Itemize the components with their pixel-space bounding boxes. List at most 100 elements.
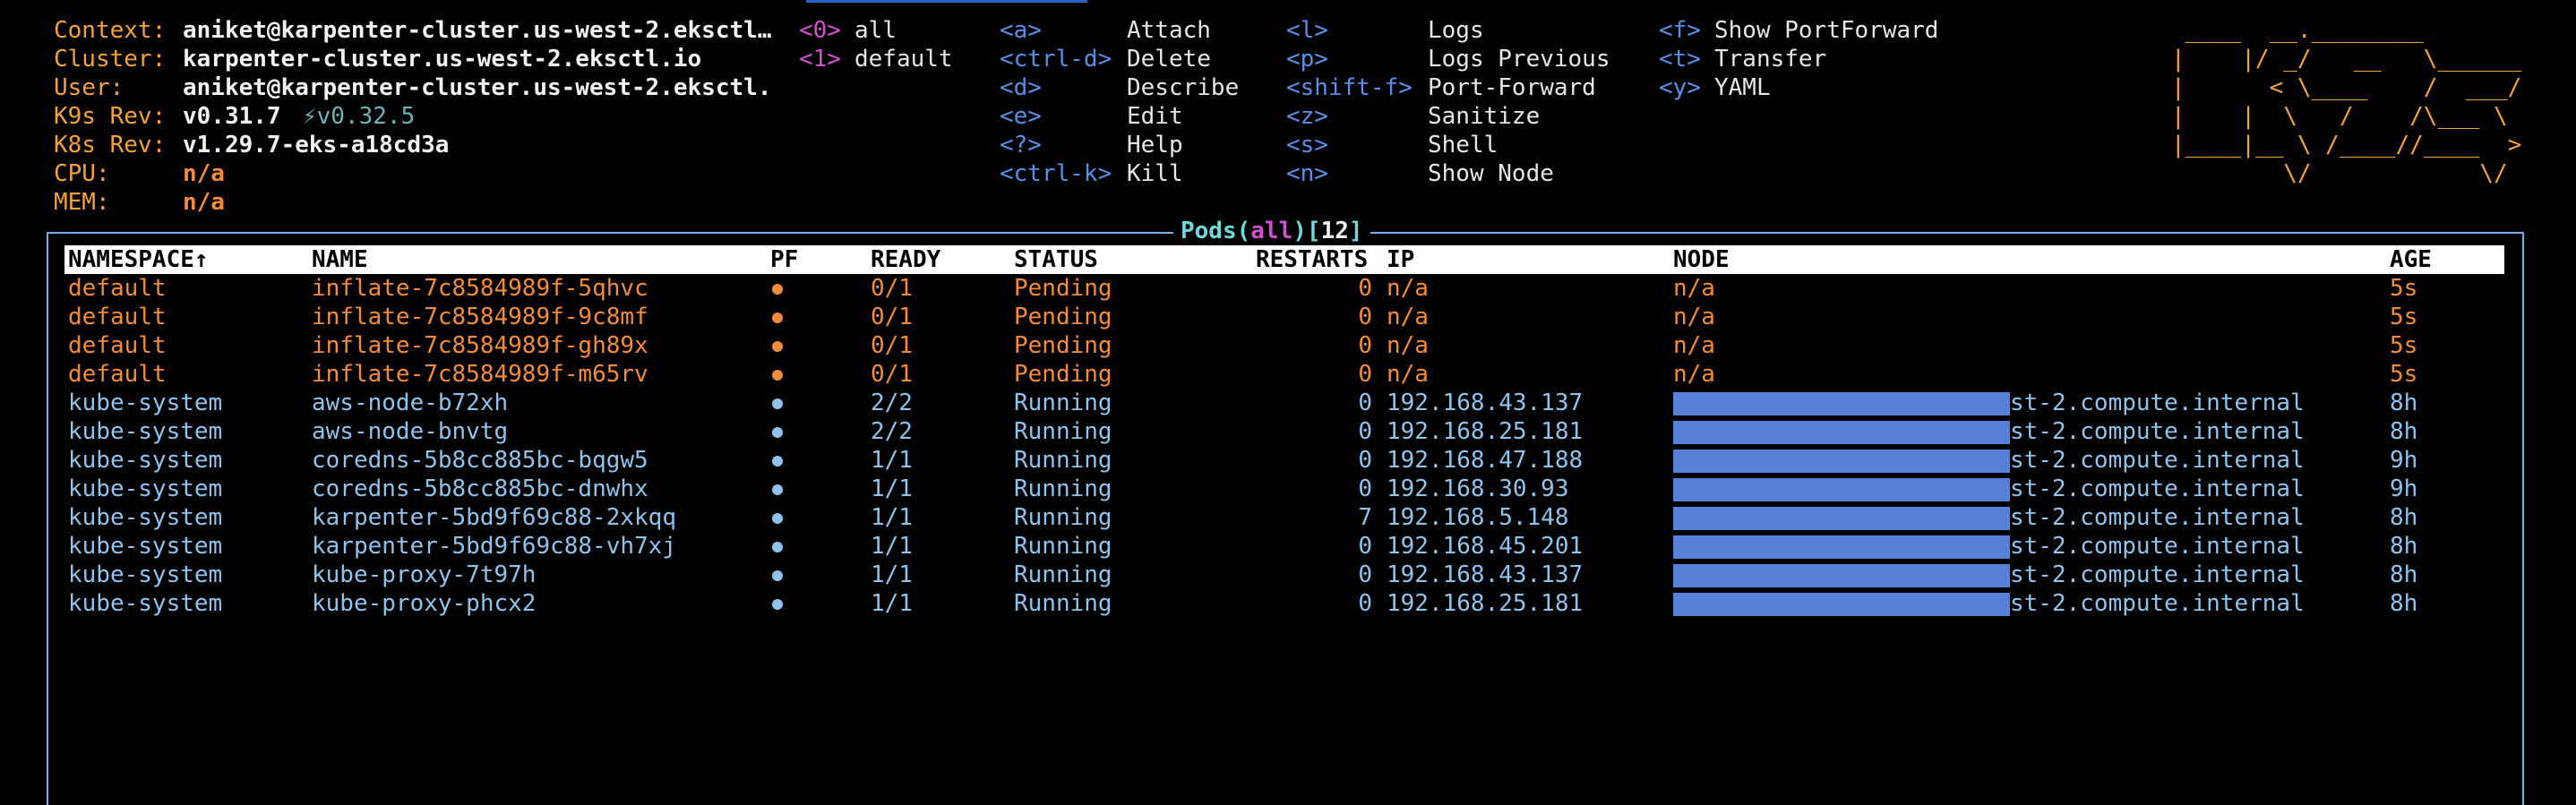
cell-name: aws-node-bnvtg: [312, 418, 509, 445]
shortcut-key-help[interactable]: <?>: [1000, 131, 1042, 159]
cell-age: 8h: [2390, 390, 2418, 416]
cpu-row: CPU:: [54, 159, 110, 188]
cell-name: inflate-7c8584989f-m65rv: [312, 361, 648, 388]
shortcut-show-node[interactable]: Show Node: [1428, 159, 1554, 188]
shortcut-attach[interactable]: Attach: [1127, 16, 1211, 45]
shortcut-key-port-forward[interactable]: <shift-f>: [1286, 73, 1413, 102]
cell-status: Pending: [1014, 304, 1112, 330]
cell-ip: 192.168.5.148: [1387, 504, 1569, 531]
namespace-default[interactable]: default: [854, 45, 953, 73]
cell-node: st-2.compute.internal: [2010, 475, 2305, 502]
column-name[interactable]: NAME: [312, 245, 368, 274]
table-row[interactable]: default inflate-7c8584989f-gh89x 0/1 Pendin…: [64, 331, 2504, 360]
table-row[interactable]: kube-system coredns-5b8cc885bc-dnwhx 1/1 Ru…: [64, 475, 2504, 503]
shortcut-key-logs[interactable]: <l>: [1286, 16, 1328, 45]
k9s-rev-row: K9s Rev:: [54, 102, 166, 131]
column-ip[interactable]: IP: [1387, 245, 1414, 274]
port-forward-dot-icon: [772, 570, 783, 581]
cell-namespace: kube-system: [68, 561, 223, 588]
namespace-all[interactable]: all: [854, 16, 897, 45]
redacted-node-prefix: [1673, 564, 2010, 587]
view-resource: Pods: [1181, 218, 1237, 244]
table-row[interactable]: kube-system coredns-5b8cc885bc-bqgw5 1/1 Ru…: [64, 446, 2504, 475]
shortcut-key-yaml[interactable]: <y>: [1659, 73, 1701, 102]
column-ready[interactable]: READY: [871, 245, 940, 274]
port-forward-dot-icon: [772, 398, 783, 409]
cell-status: Running: [1014, 561, 1112, 588]
cell-restarts: 0: [1358, 590, 1372, 617]
column-namespace[interactable]: NAMESPACE↑: [68, 245, 209, 274]
table-header: NAMESPACE↑ NAME PF READY STATUS RESTARTS…: [64, 245, 2504, 274]
cell-age: 5s: [2390, 304, 2418, 330]
cell-ip: n/a: [1387, 275, 1429, 302]
shortcut-logs[interactable]: Logs: [1428, 16, 1484, 45]
table-row[interactable]: kube-system aws-node-bnvtg 2/2 Running 192.1…: [64, 417, 2504, 446]
shortcut-transfer[interactable]: Transfer: [1714, 45, 1826, 73]
redacted-node-prefix: [1673, 478, 2010, 501]
cell-name: coredns-5b8cc885bc-dnwhx: [312, 475, 648, 502]
shortcut-edit[interactable]: Edit: [1127, 102, 1183, 131]
redacted-node-prefix: [1673, 593, 2010, 616]
k8s-rev-row: K8s Rev:: [54, 131, 166, 159]
shortcut-key-describe[interactable]: <d>: [1000, 73, 1042, 102]
shortcut-shell[interactable]: Shell: [1428, 131, 1498, 159]
user-row: User:: [54, 73, 124, 102]
port-forward-dot-icon: [772, 484, 783, 495]
table-row[interactable]: default inflate-7c8584989f-9c8mf 0/1 Pendin…: [64, 303, 2504, 331]
shortcut-yaml[interactable]: YAML: [1714, 73, 1771, 102]
column-age[interactable]: AGE: [2390, 245, 2432, 274]
shortcut-key-show-portforward[interactable]: <f>: [1659, 16, 1701, 45]
cell-ready: 0/1: [871, 304, 913, 330]
cell-ready: 2/2: [871, 390, 913, 416]
shortcut-logs-previous[interactable]: Logs Previous: [1428, 45, 1610, 73]
cell-namespace: kube-system: [68, 590, 223, 617]
cell-name: aws-node-b72xh: [312, 390, 509, 416]
shortcut-delete[interactable]: Delete: [1127, 45, 1211, 73]
table-row[interactable]: kube-system karpenter-5bd9f69c88-2xkqq 1/1…: [64, 503, 2504, 532]
table-row[interactable]: default inflate-7c8584989f-m65rv 0/1 Pendin…: [64, 360, 2504, 389]
shortcut-sanitize[interactable]: Sanitize: [1428, 102, 1540, 131]
column-status[interactable]: STATUS: [1014, 245, 1098, 274]
view-close-paren: ): [1292, 218, 1307, 244]
shortcut-key-logs-previous[interactable]: <p>: [1286, 45, 1328, 73]
table-row[interactable]: kube-system kube-proxy-phcx2 1/1 Running 192…: [64, 589, 2504, 618]
table-row[interactable]: kube-system kube-proxy-7t97h 1/1 Running 192…: [64, 561, 2504, 589]
column-node[interactable]: NODE: [1673, 245, 1730, 274]
shortcut-kill[interactable]: Kill: [1127, 159, 1183, 188]
view-count: 12: [1320, 218, 1349, 244]
cell-ready: 0/1: [871, 332, 913, 359]
column-restarts[interactable]: RESTARTS: [1256, 245, 1368, 274]
shortcut-key-transfer[interactable]: <t>: [1659, 45, 1701, 73]
shortcut-describe[interactable]: Describe: [1127, 73, 1239, 102]
shortcut-key-edit[interactable]: <e>: [1000, 102, 1042, 131]
cell-ip: 192.168.25.181: [1387, 590, 1584, 617]
cell-restarts: 0: [1358, 447, 1372, 474]
redacted-node-prefix: [1673, 450, 2010, 473]
cell-status: Pending: [1014, 332, 1112, 359]
table-row[interactable]: kube-system aws-node-b72xh 2/2 Running 192.1…: [64, 389, 2504, 417]
column-pf[interactable]: PF: [770, 245, 798, 274]
shortcut-show-portforward[interactable]: Show PortForward: [1714, 16, 1938, 45]
shortcut-key-sanitize[interactable]: <z>: [1286, 102, 1328, 131]
view-close-bracket: ]: [1348, 218, 1363, 244]
shortcut-help[interactable]: Help: [1127, 131, 1183, 159]
shortcut-key-kill[interactable]: <ctrl-k>: [1000, 159, 1112, 188]
table-row[interactable]: kube-system karpenter-5bd9f69c88-vh7xj 1/1…: [64, 532, 2504, 561]
shortcut-key-attach[interactable]: <a>: [1000, 16, 1042, 45]
cell-status: Running: [1014, 418, 1112, 445]
namespace-key-all[interactable]: <0>: [799, 16, 841, 45]
cell-ip: 192.168.47.188: [1387, 447, 1584, 474]
cell-age: 5s: [2390, 332, 2418, 359]
cell-ip: 192.168.30.93: [1387, 475, 1569, 502]
shortcut-key-shell[interactable]: <s>: [1286, 131, 1328, 159]
cell-node: n/a: [1673, 275, 1715, 302]
cell-namespace: default: [68, 275, 167, 302]
shortcut-key-delete[interactable]: <ctrl-d>: [1000, 45, 1112, 73]
namespace-key-default[interactable]: <1>: [799, 45, 841, 73]
port-forward-dot-icon: [772, 284, 783, 295]
shortcut-port-forward[interactable]: Port-Forward: [1428, 73, 1596, 102]
table-row[interactable]: default inflate-7c8584989f-5qhvc 0/1 Pendin…: [64, 274, 2504, 303]
cell-age: 8h: [2390, 504, 2418, 531]
shortcut-key-show-node[interactable]: <n>: [1286, 159, 1328, 188]
cell-ip: 192.168.45.201: [1387, 533, 1584, 560]
